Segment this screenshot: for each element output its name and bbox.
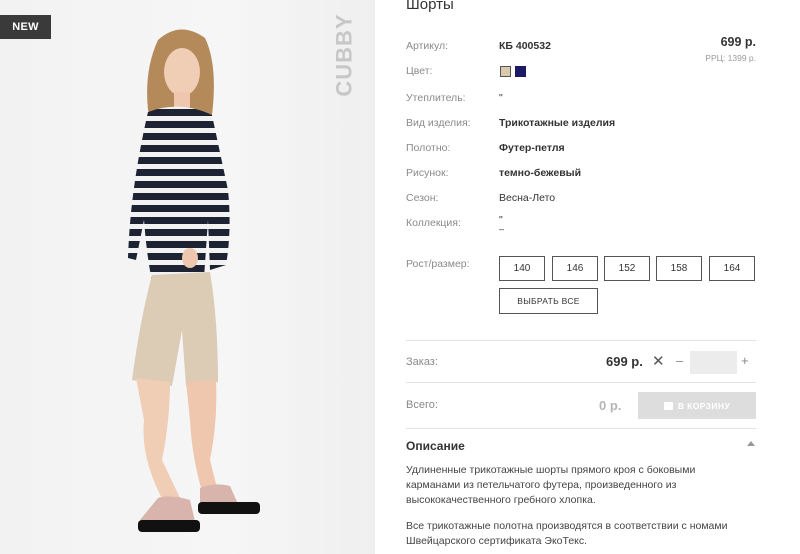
cart-icon	[663, 401, 673, 410]
size-option[interactable]: 152	[604, 256, 650, 281]
description-line: Все трикотажные полотна производятся в с…	[406, 520, 728, 532]
collection-label: Коллекция:	[406, 217, 461, 229]
description-line: Удлиненные трикотажные шорты прямого кро…	[406, 464, 696, 476]
brand-text: CUBBY	[332, 12, 358, 97]
model-illustration	[128, 29, 260, 532]
pattern-value: темно-бежевый	[499, 167, 582, 179]
article-label: Артикул:	[406, 40, 449, 52]
fabric-value: Футер-петля	[499, 142, 565, 154]
insulation-label: Утеплитель:	[406, 92, 466, 104]
color-swatch-beige[interactable]	[500, 66, 511, 77]
season-label: Сезон:	[406, 192, 439, 204]
insulation-value: "	[499, 92, 503, 104]
select-all-button[interactable]: ВЫБРАТЬ ВСЕ	[499, 288, 598, 314]
type-value: Трикотажные изделия	[499, 117, 616, 129]
product-price: 699 р.	[720, 35, 756, 49]
collection-value-dash: –	[499, 224, 505, 234]
color-label: Цвет:	[406, 65, 433, 77]
pattern-label: Рисунок:	[406, 167, 449, 179]
description-line: высококачественного гребного хлопка.	[406, 494, 596, 506]
order-label: Заказ:	[406, 356, 438, 368]
season-value: Весна-Лето	[499, 192, 556, 204]
size-option[interactable]: 140	[499, 256, 545, 281]
size-option[interactable]: 146	[552, 256, 598, 281]
size-option[interactable]: 164	[709, 256, 755, 281]
new-badge: NEW	[0, 15, 51, 39]
type-label: Вид изделия:	[406, 117, 471, 129]
rrp-price: РРЦ: 1399 р.	[705, 53, 756, 63]
fabric-label: Полотно:	[406, 142, 451, 154]
product-photo[interactable]: NEW CUBBY	[0, 0, 375, 554]
quantity-input[interactable]	[690, 351, 737, 374]
brand-watermark: CUBBY	[332, 12, 358, 97]
description-line: карманами из петельчатого футера, произв…	[406, 479, 677, 491]
add-to-cart-button[interactable]: В КОРЗИНУ	[638, 392, 756, 419]
total-price: 0 р.	[599, 398, 622, 413]
add-to-cart-label: В КОРЗИНУ	[677, 400, 731, 411]
article-value: КБ 400532	[499, 40, 551, 52]
divider	[406, 382, 756, 383]
size-label: Рост/размер:	[406, 258, 470, 270]
increment-button[interactable]: +	[741, 353, 749, 368]
color-swatch-navy[interactable]	[515, 66, 526, 77]
description-line: Швейцарского сертификата ЭкоТекс.	[406, 535, 588, 547]
divider	[406, 428, 756, 429]
collapse-caret-icon[interactable]	[747, 441, 755, 446]
product-title: Шорты	[406, 0, 454, 13]
total-label: Всего:	[406, 399, 438, 411]
description-title[interactable]: Описание	[406, 439, 465, 453]
clear-order-icon[interactable]: ✕	[652, 352, 665, 370]
order-price: 699 р.	[606, 354, 643, 369]
divider	[406, 340, 756, 341]
size-option[interactable]: 158	[656, 256, 702, 281]
decrement-button[interactable]: –	[676, 353, 683, 368]
